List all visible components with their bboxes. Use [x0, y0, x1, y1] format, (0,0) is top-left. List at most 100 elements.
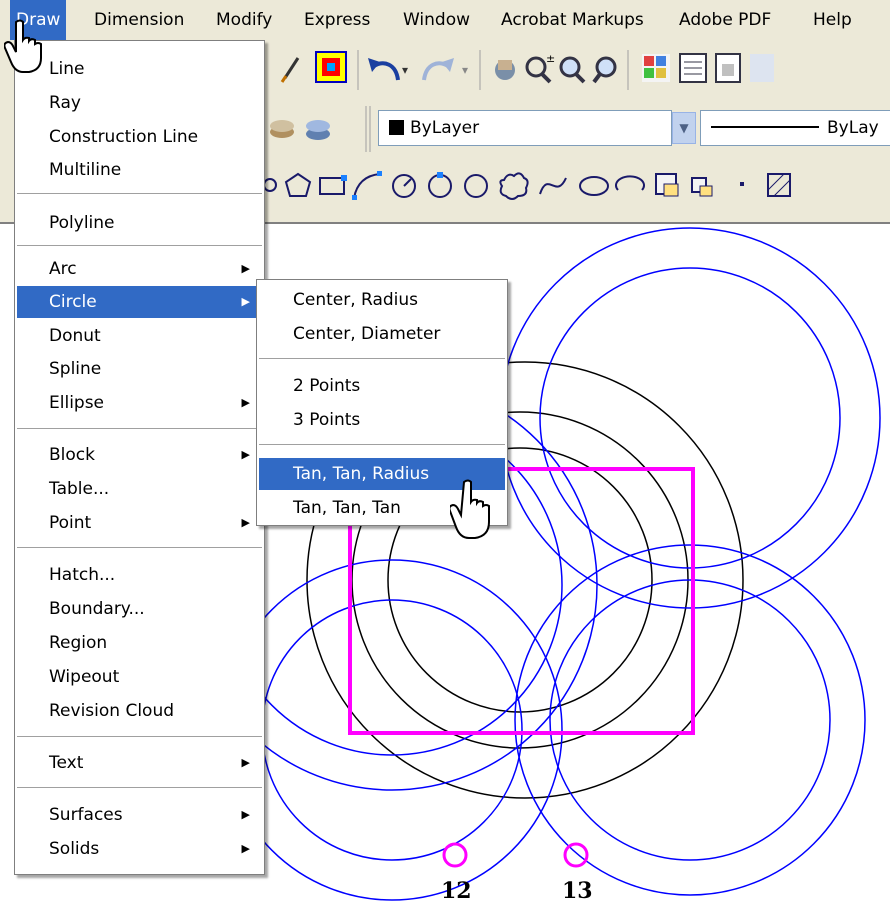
- menu-item-text-label: Text: [49, 753, 84, 773]
- sheet-set-icon[interactable]: [715, 53, 741, 83]
- insert-block-icon[interactable]: [655, 173, 679, 197]
- menu-separator: [259, 358, 505, 359]
- linetype-sample: [711, 126, 819, 128]
- submenu-arrow-icon: ▶: [241, 448, 250, 461]
- point-icon[interactable]: [740, 182, 744, 186]
- menu-item-hatch[interactable]: Hatch...: [17, 559, 262, 591]
- menu-item-block[interactable]: Block ▶: [17, 439, 262, 471]
- menu-item-block-label: Block: [49, 445, 95, 465]
- layer-combo[interactable]: ByLayer: [378, 110, 672, 146]
- menu-item-ellipse[interactable]: Ellipse ▶: [17, 387, 262, 419]
- menu-item-circle-label: Circle: [49, 292, 97, 312]
- menu-item-circle[interactable]: Circle ▶: [17, 286, 262, 318]
- undo-icon[interactable]: ▾: [368, 58, 408, 81]
- menu-acrobat-markups[interactable]: Acrobat Markups: [495, 0, 650, 40]
- svg-text:±: ±: [546, 52, 555, 65]
- linetype-combo[interactable]: ByLay: [700, 110, 890, 146]
- pen-icon[interactable]: [280, 57, 300, 83]
- arc-icon[interactable]: [352, 171, 382, 200]
- menu-item-ellipse-label: Ellipse: [49, 393, 105, 413]
- menu-bar: Draw Dimension Modify Express Window Acr…: [0, 0, 890, 41]
- hatch-icon[interactable]: [767, 173, 791, 197]
- layer-combo-dropdown-icon[interactable]: ▼: [672, 112, 696, 144]
- layer-states-icon[interactable]: [270, 120, 294, 138]
- menu-item-wipeout[interactable]: Wipeout: [17, 661, 262, 693]
- menu-item-multiline[interactable]: Multiline: [17, 154, 262, 186]
- menu-item-text[interactable]: Text ▶: [17, 747, 262, 779]
- menu-item-ray[interactable]: Ray: [17, 87, 262, 119]
- submenu-arrow-icon: ▶: [241, 396, 250, 409]
- menu-help[interactable]: Help: [807, 0, 858, 40]
- menu-item-surfaces-label: Surfaces: [49, 805, 123, 825]
- menu-separator: [17, 736, 262, 737]
- menu-dimension[interactable]: Dimension: [88, 0, 190, 40]
- submenu-arrow-icon: ▶: [241, 756, 250, 769]
- spline-icon[interactable]: [539, 177, 567, 195]
- menu-modify[interactable]: Modify: [210, 0, 278, 40]
- menu-item-donut[interactable]: Donut: [17, 320, 262, 352]
- markup-icon[interactable]: [750, 54, 774, 82]
- menu-item-arc[interactable]: Arc ▶: [17, 253, 262, 285]
- menu-separator: [259, 444, 505, 445]
- design-center-icon[interactable]: [642, 54, 670, 82]
- circle-icon[interactable]: [392, 174, 416, 198]
- submenu-arrow-icon: ▶: [241, 516, 250, 529]
- submenu-item-2-points[interactable]: 2 Points: [259, 370, 505, 402]
- submenu-item-center-radius[interactable]: Center, Radius: [259, 284, 505, 316]
- menu-item-region[interactable]: Region: [17, 627, 262, 659]
- menu-item-solids[interactable]: Solids ▶: [17, 833, 262, 865]
- menu-item-point[interactable]: Point ▶: [17, 507, 262, 539]
- color-picker-icon[interactable]: [315, 51, 347, 83]
- make-block-icon[interactable]: [691, 177, 713, 197]
- tool-palettes-icon[interactable]: [679, 53, 707, 83]
- label-12: 12: [441, 878, 472, 904]
- ellipse-cloud-icon[interactable]: [464, 174, 488, 198]
- menu-separator: [17, 787, 262, 788]
- menu-separator: [17, 547, 262, 548]
- menu-item-solids-label: Solids: [49, 839, 100, 859]
- submenu-arrow-icon: ▶: [241, 262, 250, 275]
- menu-item-revision-cloud[interactable]: Revision Cloud: [17, 695, 262, 727]
- submenu-item-3-points[interactable]: 3 Points: [259, 404, 505, 436]
- menu-window[interactable]: Window: [397, 0, 476, 40]
- menu-item-surfaces[interactable]: Surfaces ▶: [17, 799, 262, 831]
- menu-separator: [17, 245, 262, 246]
- menu-item-boundary[interactable]: Boundary...: [17, 593, 262, 625]
- label-13: 13: [562, 878, 593, 904]
- menu-item-construction-line[interactable]: Construction Line: [17, 121, 262, 153]
- menu-item-polyline[interactable]: Polyline: [17, 207, 262, 239]
- linetype-combo-value: ByLay: [827, 118, 879, 138]
- menu-item-line[interactable]: Line: [17, 53, 262, 85]
- polygon-icon[interactable]: [263, 172, 312, 197]
- cloud-icon[interactable]: [499, 172, 529, 200]
- layer-combo-value: ByLayer: [410, 118, 480, 138]
- menu-separator: [17, 428, 262, 429]
- rectangle-icon[interactable]: [319, 175, 347, 195]
- draw-menu: Line Ray Construction Line Multiline Pol…: [14, 40, 265, 875]
- ellipse-arc-icon[interactable]: [615, 175, 645, 191]
- zoom-window-icon[interactable]: [559, 56, 586, 84]
- svg-text:▾: ▾: [402, 63, 408, 77]
- submenu-arrow-icon: ▶: [241, 808, 250, 821]
- revision-cloud-icon[interactable]: [428, 172, 452, 198]
- menu-separator: [17, 193, 262, 194]
- color-swatch: [389, 120, 404, 135]
- hand-cursor-icon: [4, 19, 42, 73]
- ellipse-icon[interactable]: [579, 176, 609, 196]
- zoom-realtime-icon[interactable]: ±: [525, 52, 555, 84]
- point-marker-13: [563, 842, 589, 868]
- submenu-arrow-icon: ▶: [241, 842, 250, 855]
- submenu-item-center-diameter[interactable]: Center, Diameter: [259, 318, 505, 350]
- menu-item-table[interactable]: Table...: [17, 473, 262, 505]
- redo-icon[interactable]: ▾: [422, 58, 468, 81]
- menu-item-point-label: Point: [49, 513, 92, 533]
- menu-item-spline[interactable]: Spline: [17, 353, 262, 385]
- menu-adobe-pdf[interactable]: Adobe PDF: [673, 0, 777, 40]
- hand-cursor-icon: [450, 479, 490, 539]
- submenu-arrow-icon: ▶: [241, 295, 250, 308]
- svg-text:▾: ▾: [462, 63, 468, 77]
- layer-previous-icon[interactable]: [306, 120, 330, 140]
- pan-icon[interactable]: [495, 60, 515, 80]
- menu-express[interactable]: Express: [298, 0, 376, 40]
- zoom-previous-icon[interactable]: [592, 56, 617, 84]
